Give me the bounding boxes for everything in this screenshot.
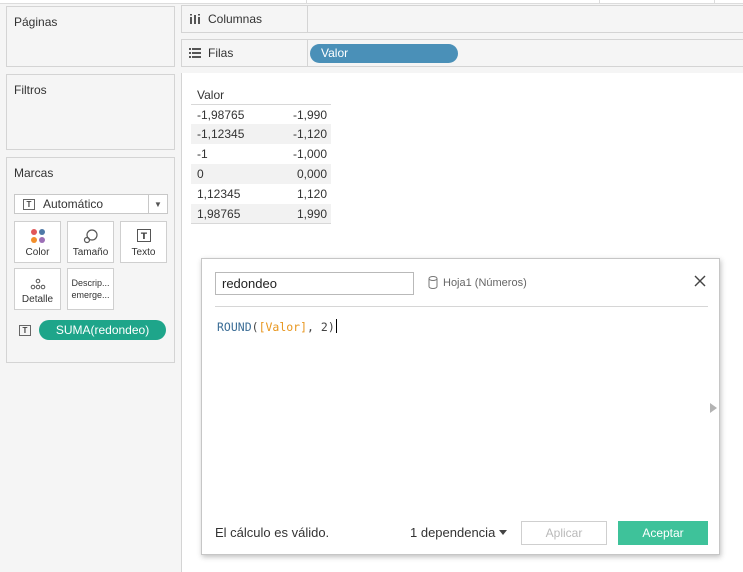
formula-paren-close: ) xyxy=(327,320,335,334)
value-cell: -1,990 xyxy=(292,108,327,122)
valor-cell: -1 xyxy=(197,147,208,161)
size-icon xyxy=(83,229,98,244)
formula-paren-open: ( xyxy=(251,320,259,334)
text-label: Texto xyxy=(131,247,156,258)
valor-cell: 1,12345 xyxy=(197,187,241,201)
database-icon xyxy=(428,276,438,289)
valor-cell: -1,98765 xyxy=(197,108,245,122)
value-cell: -1,000 xyxy=(292,147,327,161)
text-icon: T xyxy=(19,324,31,336)
value-cell: 1,120 xyxy=(296,187,327,201)
columns-icon xyxy=(190,14,200,24)
rows-title: Filas xyxy=(208,46,234,60)
dependency-label: 1 dependencia xyxy=(410,525,496,540)
tooltip-label: Descrip... emerge... xyxy=(71,278,110,300)
shelf-divider xyxy=(307,6,308,32)
top-divider xyxy=(306,0,307,4)
text-icon: T xyxy=(136,229,151,242)
text-button[interactable]: T Texto xyxy=(120,221,167,263)
value-cell: 1,990 xyxy=(296,207,327,221)
top-divider xyxy=(714,0,715,4)
svg-text:T: T xyxy=(140,232,147,242)
apply-button[interactable]: Aplicar xyxy=(521,521,607,545)
top-divider xyxy=(599,0,600,4)
color-dots-icon xyxy=(30,229,45,243)
dialog-divider xyxy=(215,306,708,307)
tooltip-button[interactable]: Descrip... emerge... xyxy=(67,268,114,310)
formula-separator: , xyxy=(307,320,321,334)
pages-card[interactable]: Páginas xyxy=(6,6,175,67)
valor-cell: -1,12345 xyxy=(197,127,245,141)
caret-down-icon xyxy=(499,530,508,535)
text-icon: T xyxy=(23,198,35,210)
marks-title: Marcas xyxy=(14,166,54,180)
pages-title: Páginas xyxy=(14,15,58,29)
close-icon[interactable] xyxy=(692,273,708,289)
formula-editor[interactable]: ROUND([Valor], 2) xyxy=(217,319,337,334)
detail-button[interactable]: Detalle xyxy=(14,268,61,310)
detail-icon xyxy=(30,278,45,290)
rows-icon xyxy=(189,48,201,58)
size-button[interactable]: Tamaño xyxy=(67,221,114,263)
value-cell: 0,000 xyxy=(296,167,327,181)
formula-function: ROUND xyxy=(217,320,252,334)
formula-field: [Valor] xyxy=(258,320,308,334)
value-cell: -1,120 xyxy=(292,127,327,141)
detail-label: Detalle xyxy=(21,294,54,305)
table-row[interactable]: -1,12345 -1,120 xyxy=(191,124,331,144)
table-header: Valor xyxy=(197,88,225,102)
color-button[interactable]: Color xyxy=(14,221,61,263)
size-label: Tamaño xyxy=(72,247,109,258)
marks-field-row: T SUMA(redondeo) xyxy=(19,320,166,340)
valor-cell: 0 xyxy=(197,167,204,181)
formula-number: 2 xyxy=(320,320,328,334)
accept-button[interactable]: Aceptar xyxy=(618,521,708,545)
filters-card[interactable]: Filtros xyxy=(6,74,175,150)
shelf-divider xyxy=(307,40,308,66)
color-label: Color xyxy=(25,247,50,258)
dependency-dropdown[interactable]: 1 dependencia xyxy=(410,525,508,540)
expand-functions-arrow-icon[interactable] xyxy=(710,403,717,413)
mark-type-dropdown[interactable]: T Automático ▼ xyxy=(14,194,168,214)
text-cursor xyxy=(335,319,337,333)
valor-row-pill[interactable]: Valor xyxy=(310,44,458,63)
rows-shelf[interactable]: Filas Valor xyxy=(181,39,743,67)
calculation-editor-dialog: redondeo Hoja1 (Números) ROUND([Valor], … xyxy=(201,258,720,555)
columns-shelf-label: Columnas xyxy=(189,12,262,26)
datasource-indicator: Hoja1 (Números) xyxy=(428,276,527,289)
table-row[interactable]: 0 0,000 xyxy=(191,164,331,184)
calculation-name-input[interactable]: redondeo xyxy=(215,272,414,295)
table-row[interactable]: 1,12345 1,120 xyxy=(191,184,331,204)
validation-status: El cálculo es válido. xyxy=(215,525,330,540)
table-row[interactable]: 1,98765 1,990 xyxy=(191,204,331,224)
table-row[interactable]: -1,98765 -1,990 xyxy=(191,104,331,124)
marks-card: Marcas T Automático ▼ Color Tamaño T Tex… xyxy=(6,157,175,363)
table-row[interactable]: -1 -1,000 xyxy=(191,144,331,164)
valor-cell: 1,98765 xyxy=(197,207,241,221)
mark-type-value: Automático xyxy=(43,197,104,211)
chevron-down-icon: ▼ xyxy=(148,195,167,213)
columns-shelf[interactable]: Columnas xyxy=(181,5,743,33)
top-strip xyxy=(0,0,743,4)
columns-title: Columnas xyxy=(208,12,263,26)
datasource-name: Hoja1 (Números) xyxy=(443,276,527,289)
filters-title: Filtros xyxy=(14,83,47,97)
rows-shelf-label: Filas xyxy=(189,46,233,60)
measure-pill[interactable]: SUMA(redondeo) xyxy=(39,320,166,340)
